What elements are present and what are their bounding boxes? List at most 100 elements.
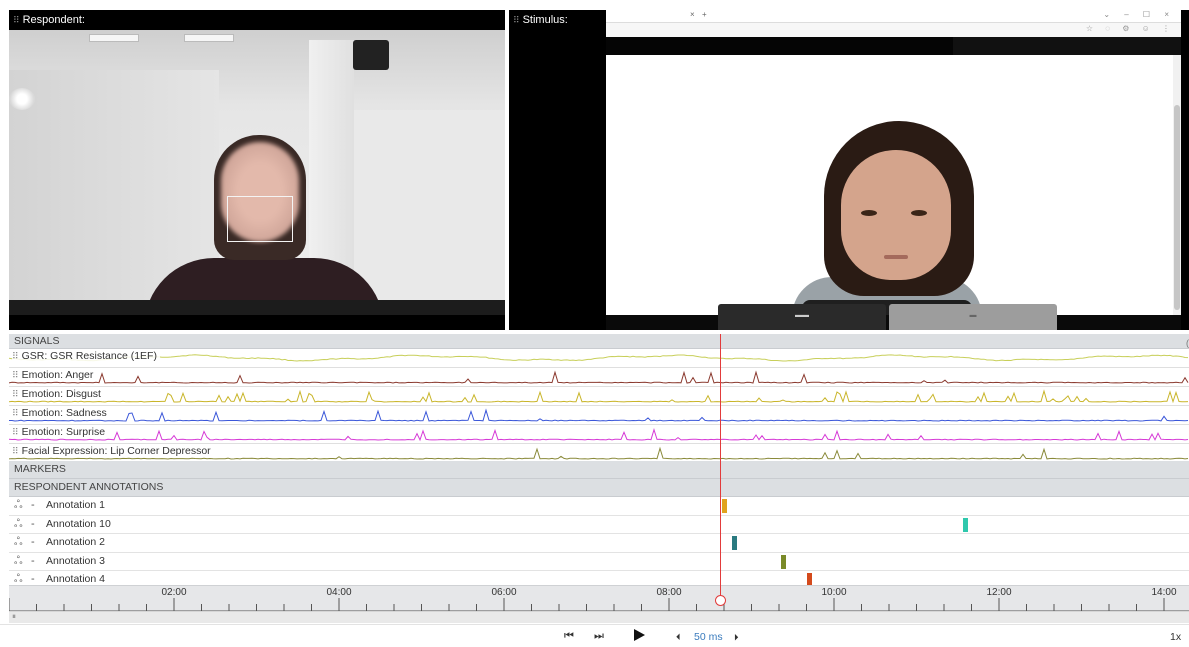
respondent-annotations-header-label: RESPONDENT ANNOTATIONS <box>14 481 164 493</box>
respondent-group-icon: ஃ <box>14 554 23 567</box>
transport-controls: ⏮ ⏭ ⏴ 50 ms ⏵ 1x <box>0 624 1189 647</box>
child-eye <box>911 210 927 216</box>
timeline-scrollbar[interactable]: ⏸ <box>9 611 1189 623</box>
face-detection-box <box>227 196 293 242</box>
signal-trace-line <box>9 427 1189 442</box>
signal-row-gsr[interactable]: ⠿ GSR: GSR Resistance (1EF) <box>9 349 1189 368</box>
drag-grip-icon[interactable]: ⠿ <box>12 408 19 418</box>
annotation-row[interactable]: ஃ- Annotation 3 <box>9 553 1189 572</box>
signal-trace-line <box>9 370 1189 384</box>
browser-scroll-thumb[interactable] <box>1174 105 1180 310</box>
signal-label-text: Facial Expression: Lip Corner Depressor <box>21 445 211 457</box>
signal-row-sadness[interactable]: ⠿ Emotion: Sadness <box>9 406 1189 425</box>
signal-label: ⠿ Emotion: Surprise <box>12 426 109 438</box>
step-size-value[interactable]: 50 ms <box>694 631 723 643</box>
drag-grip-icon[interactable]: ⠿ <box>12 427 19 437</box>
drag-grip-icon[interactable]: ⠿ <box>13 15 20 25</box>
markers-section: MARKERS <box>9 461 1189 479</box>
signal-trace-disgust <box>9 389 1189 404</box>
stimulus-panel-title: Stimulus: <box>522 14 568 26</box>
signals-header[interactable]: SIGNALS ( <box>9 334 1189 349</box>
annotation-marker[interactable] <box>781 554 787 569</box>
signal-row-anger[interactable]: ⠿ Emotion: Anger <box>9 368 1189 387</box>
timeline-ruler[interactable]: 02:00 04:00 06:00 08:00 10:00 12:00 14:0… <box>9 585 1189 612</box>
step-forward-frame-icon[interactable]: ⏵ <box>734 632 739 643</box>
annotation-marker[interactable] <box>962 517 968 532</box>
timeline-ticks <box>9 598 1189 612</box>
drag-grip-icon[interactable]: ⠿ <box>12 389 19 399</box>
stimulus-title-bar <box>606 37 1181 55</box>
stimulus-image <box>606 55 1173 317</box>
signal-label: ⠿ Emotion: Disgust <box>12 388 104 400</box>
annotation-separator: - <box>31 554 35 567</box>
signal-trace-sadness <box>9 408 1189 422</box>
annotation-label: Annotation 10 <box>46 517 111 530</box>
respondent-panel-title: Respondent: <box>22 14 85 26</box>
window-controls-icon[interactable]: ⌄ – ☐ × <box>1103 10 1175 19</box>
new-tab-icon[interactable]: + <box>702 10 707 19</box>
signals-header-label: SIGNALS <box>14 335 60 347</box>
close-tab-icon[interactable]: × <box>690 10 695 19</box>
respondent-video-panel[interactable]: ⠿ Respondent: <box>9 10 505 330</box>
signal-label-text: Emotion: Disgust <box>21 388 101 400</box>
child-mouth <box>884 255 908 259</box>
signal-label-text: Emotion: Anger <box>21 369 94 381</box>
browser-address-bar: ☆ ◌ ⚙ ☺ ⋮ <box>606 23 1181 37</box>
markers-header[interactable]: MARKERS <box>9 461 1189 479</box>
annotation-row[interactable]: ஃ- Annotation 1 <box>9 497 1189 516</box>
annotation-label: Annotation 3 <box>46 554 105 567</box>
drag-grip-icon[interactable]: ⠿ <box>12 370 19 380</box>
annotation-separator: - <box>31 536 35 549</box>
browser-toolbar-icons[interactable]: ☆ ◌ ⚙ ☺ ⋮ <box>1086 24 1175 33</box>
annotation-marker[interactable] <box>807 573 813 585</box>
skip-back-icon[interactable]: ⏮ <box>564 630 574 643</box>
stimulus-panel-header: ⠿ Stimulus: <box>509 10 603 30</box>
play-icon[interactable] <box>634 629 645 641</box>
annotation-label: Annotation 1 <box>46 499 105 511</box>
respondent-group-icon: ஃ <box>14 499 23 511</box>
signal-label-text: Emotion: Sadness <box>21 407 107 419</box>
respondent-group-icon: ஃ <box>14 573 23 585</box>
annotation-row[interactable]: ஃ- Annotation 2 <box>9 534 1189 553</box>
annotation-row[interactable]: ஃ- Annotation 10 <box>9 516 1189 535</box>
playhead-handle[interactable] <box>714 595 726 606</box>
scroll-grip-icon[interactable]: ⏸ <box>12 612 16 622</box>
signal-trace-line <box>9 408 1189 422</box>
respondent-group-icon: ஃ <box>14 536 23 549</box>
annotation-list: ஃ- Annotation 1 ஃ- Annotation 10 ஃ- Anno… <box>9 497 1189 585</box>
stimulus-browser-window: × + ⌄ – ☐ × ☆ ◌ ⚙ ☺ ⋮ ▬▬ ▬ <box>606 10 1181 330</box>
step-back-frame-icon[interactable]: ⏴ <box>676 632 681 643</box>
stimulus-panel[interactable]: ⠿ Stimulus: × + ⌄ – ☐ × ☆ ◌ ⚙ ☺ ⋮ ▬▬ ▬ <box>509 10 1189 330</box>
stimulus-left-button[interactable]: ▬▬ <box>718 304 886 330</box>
signals-section: SIGNALS ( ⠿ GSR: GSR Resistance (1EF) ⠿ Em… <box>9 334 1189 463</box>
signal-label: ⠿ Emotion: Sadness <box>12 407 110 419</box>
signal-row-disgust[interactable]: ⠿ Emotion: Disgust <box>9 387 1189 406</box>
drag-grip-icon[interactable]: ⠿ <box>12 351 19 361</box>
skip-forward-icon[interactable]: ⏭ <box>594 630 604 643</box>
signal-row-surprise[interactable]: ⠿ Emotion: Surprise <box>9 425 1189 444</box>
lens-glare <box>9 88 35 110</box>
playhead-line[interactable] <box>719 334 721 604</box>
child-face <box>841 150 951 280</box>
signal-label: ⠿ GSR: GSR Resistance (1EF) <box>12 350 160 362</box>
respondent-video-frame <box>9 30 505 315</box>
playback-rate[interactable]: 1x <box>1170 631 1181 643</box>
annotation-label: Annotation 4 <box>46 573 105 585</box>
stimulus-right-button[interactable]: ▬ <box>889 304 1057 330</box>
annotation-marker[interactable] <box>731 536 737 551</box>
stimulus-title-bar-shade <box>606 37 953 55</box>
ceiling-light <box>184 34 234 42</box>
annotation-separator: - <box>31 517 35 530</box>
stimulus-right-button-label: ▬ <box>969 312 977 319</box>
annotation-row[interactable]: ஃ- Annotation 4 <box>9 571 1189 585</box>
annotation-separator: - <box>31 499 35 511</box>
respondent-group-icon: ஃ <box>14 517 23 530</box>
drag-grip-icon[interactable]: ⠿ <box>513 15 520 25</box>
annotation-marker[interactable] <box>722 499 727 513</box>
respondent-panel-header: ⠿ Respondent: <box>9 10 505 30</box>
drag-grip-icon[interactable]: ⠿ <box>12 446 19 456</box>
desk <box>9 300 505 315</box>
signal-label: ⠿ Emotion: Anger <box>12 369 97 381</box>
browser-scrollbar[interactable] <box>1173 55 1181 320</box>
respondent-annotations-header[interactable]: RESPONDENT ANNOTATIONS <box>9 479 1189 497</box>
